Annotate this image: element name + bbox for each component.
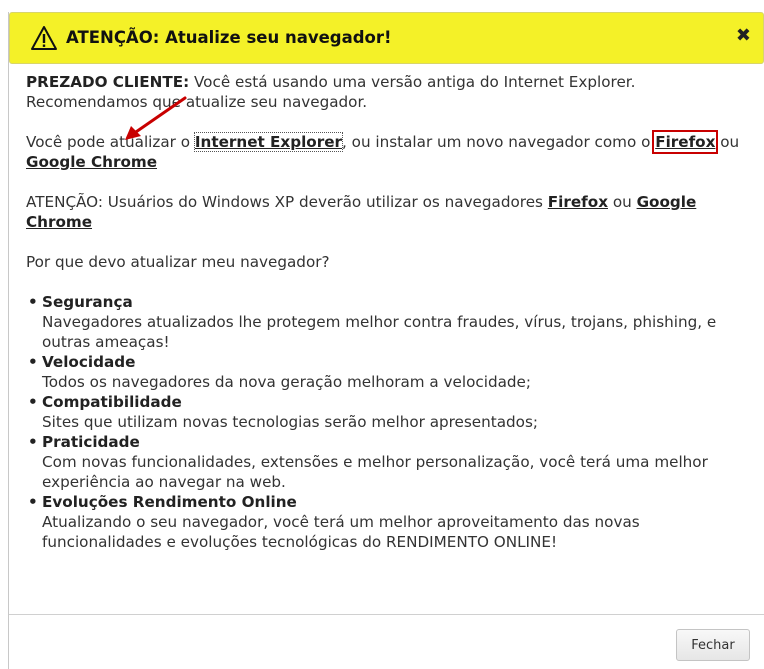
update-or: ou — [715, 133, 740, 151]
browser-update-dialog: ATENÇÃO: Atualize seu navegador! ✖ PREZA… — [8, 12, 764, 669]
reason-description: Sites que utilizam novas tecnologias ser… — [42, 413, 538, 431]
dialog-content: PREZADO CLIENTE: Você está usando uma ve… — [26, 72, 756, 552]
bullet-icon: • — [28, 293, 38, 311]
close-button[interactable]: Fechar — [676, 629, 750, 661]
firefox-link[interactable]: Firefox — [652, 130, 719, 154]
footer-divider — [9, 614, 764, 615]
internet-explorer-link[interactable]: Internet Explorer — [193, 132, 344, 152]
xp-notice-text: ATENÇÃO: Usuários do Windows XP deverão … — [26, 193, 548, 211]
reasons-list: • Segurança Navegadores atualizados lhe pr… — [26, 292, 756, 552]
question-text: Por que devo atualizar meu navegador? — [26, 253, 330, 271]
xp-notice-paragraph: ATENÇÃO: Usuários do Windows XP deverão … — [26, 192, 756, 232]
xp-firefox-link[interactable]: Firefox — [548, 193, 608, 211]
list-item: • Compatibilidade Sites que utilizam novas… — [26, 392, 756, 432]
reason-description: Navegadores atualizados lhe protegem mel… — [42, 313, 717, 351]
reason-title: Velocidade — [42, 353, 136, 371]
reason-title: Segurança — [42, 293, 133, 311]
close-icon[interactable]: ✖ — [736, 27, 751, 45]
intro-greeting: PREZADO CLIENTE: — [26, 73, 190, 91]
reason-title: Compatibilidade — [42, 393, 182, 411]
reason-title: Evoluções Rendimento Online — [42, 493, 297, 511]
bullet-icon: • — [28, 493, 38, 511]
list-item: • Velocidade Todos os navegadores da nova … — [26, 352, 756, 392]
reason-description: Com novas funcionalidades, extensões e m… — [42, 453, 708, 491]
list-item: • Praticidade Com novas funcionalidades, e… — [26, 432, 756, 492]
list-item: • Segurança Navegadores atualizados lhe pr… — [26, 292, 756, 352]
reason-title: Praticidade — [42, 433, 140, 451]
bullet-icon: • — [28, 353, 38, 371]
reason-description: Atualizando o seu navegador, você terá u… — [42, 513, 640, 551]
google-chrome-link[interactable]: Google Chrome — [26, 153, 157, 171]
dialog-title: ATENÇÃO: Atualize seu navegador! — [66, 28, 392, 47]
list-item: • Evoluções Rendimento Online Atualizando … — [26, 492, 756, 552]
xp-notice-or: ou — [608, 193, 637, 211]
red-arrow-annotation — [125, 96, 187, 140]
dialog-titlebar: ATENÇÃO: Atualize seu navegador! ✖ — [9, 12, 764, 64]
warning-triangle-icon — [31, 26, 57, 50]
update-middle: , ou instalar um novo navegador como o — [342, 133, 656, 151]
reason-description: Todos os navegadores da nova geração mel… — [42, 373, 532, 391]
bullet-icon: • — [28, 393, 38, 411]
bullet-icon: • — [28, 433, 38, 451]
